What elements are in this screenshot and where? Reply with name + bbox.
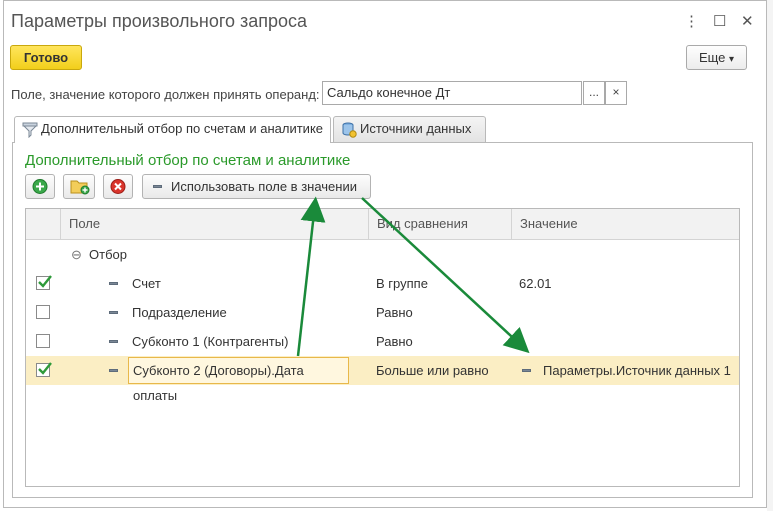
checkmark-icon: [38, 275, 52, 288]
row-checkbox[interactable]: [36, 334, 50, 348]
filter-grid: Поле Вид сравнения Значение ⊖ Отбор Счет…: [25, 208, 740, 487]
operand-select-button[interactable]: ...: [583, 81, 605, 105]
filter-icon: [22, 122, 38, 146]
operand-label: Поле, значение которого должен принять о…: [11, 87, 320, 102]
chevron-down-icon: ▾: [729, 54, 735, 65]
field-icon: [109, 369, 118, 372]
grid-header: Поле Вид сравнения Значение: [26, 209, 739, 240]
group-row[interactable]: ⊖ Отбор: [26, 240, 739, 269]
checkmark-icon: [38, 362, 52, 375]
row-comparison: Равно: [376, 334, 413, 349]
add-icon: [32, 179, 48, 194]
window-title: Параметры произвольного запроса: [11, 11, 308, 31]
field-icon: [109, 311, 118, 314]
row-comparison: Равно: [376, 305, 413, 320]
group-label: Отбор: [89, 247, 127, 262]
row-checkbox[interactable]: [36, 362, 52, 377]
header-checkbox-column: [26, 209, 60, 239]
row-value: 62.01: [519, 276, 552, 291]
row-value: Параметры.Источник данных 1: [543, 363, 731, 378]
column-header-comparison[interactable]: Вид сравнения: [368, 209, 511, 239]
filter-panel-title: Дополнительный отбор по счетам и аналити…: [25, 152, 351, 169]
column-header-value[interactable]: Значение: [511, 209, 739, 239]
row-checkbox[interactable]: [36, 275, 52, 290]
tab-data-sources[interactable]: Источники данных: [333, 116, 486, 142]
column-header-field[interactable]: Поле: [60, 209, 368, 239]
row-field: Подразделение: [132, 305, 227, 320]
tab-data-sources-label: Источники данных: [360, 121, 472, 136]
table-row[interactable]: Субконто 1 (Контрагенты) Равно: [26, 327, 739, 356]
field-icon: [109, 340, 118, 343]
tab-additional-filter-label: Дополнительный отбор по счетам и аналити…: [41, 121, 324, 136]
ready-button[interactable]: Готово: [10, 45, 82, 70]
more-button[interactable]: Еще ▾: [686, 45, 747, 70]
use-field-in-value-button[interactable]: Использовать поле в значении: [142, 174, 371, 199]
use-field-in-value-label: Использовать поле в значении: [171, 179, 357, 194]
row-field-editor[interactable]: Субконто 2 (Договоры).Дата оплаты: [128, 357, 349, 403]
field-icon: [153, 185, 162, 188]
table-row-selected[interactable]: Субконто 2 (Договоры).Дата оплаты Больше…: [26, 356, 739, 403]
row-field: Субконто 1 (Контрагенты): [132, 334, 289, 349]
table-row[interactable]: Подразделение Равно: [26, 298, 739, 327]
operand-field[interactable]: Сальдо конечное Дт: [322, 81, 582, 105]
table-row[interactable]: Счет В группе 62.01: [26, 269, 739, 298]
tab-additional-filter[interactable]: Дополнительный отбор по счетам и аналити…: [14, 116, 331, 143]
row-field: Счет: [132, 276, 161, 291]
maximize-icon[interactable]: ☐: [713, 12, 726, 30]
background-window-edge: [767, 0, 773, 511]
operand-clear-button[interactable]: ×: [605, 81, 627, 105]
row-comparison: Больше или равно: [376, 363, 489, 378]
row-checkbox[interactable]: [36, 305, 50, 319]
close-icon[interactable]: ✕: [741, 12, 754, 30]
add-group-button[interactable]: [63, 174, 95, 199]
row-comparison: В группе: [376, 276, 428, 291]
collapse-icon[interactable]: ⊖: [71, 240, 82, 269]
delete-icon: [110, 179, 126, 194]
folder-add-icon: [70, 180, 90, 195]
add-button[interactable]: [25, 174, 55, 199]
delete-button[interactable]: [103, 174, 133, 199]
field-icon: [109, 282, 118, 285]
more-button-label: Еще: [698, 50, 726, 65]
more-options-icon[interactable]: ⋮: [684, 12, 699, 30]
field-icon: [522, 369, 531, 372]
